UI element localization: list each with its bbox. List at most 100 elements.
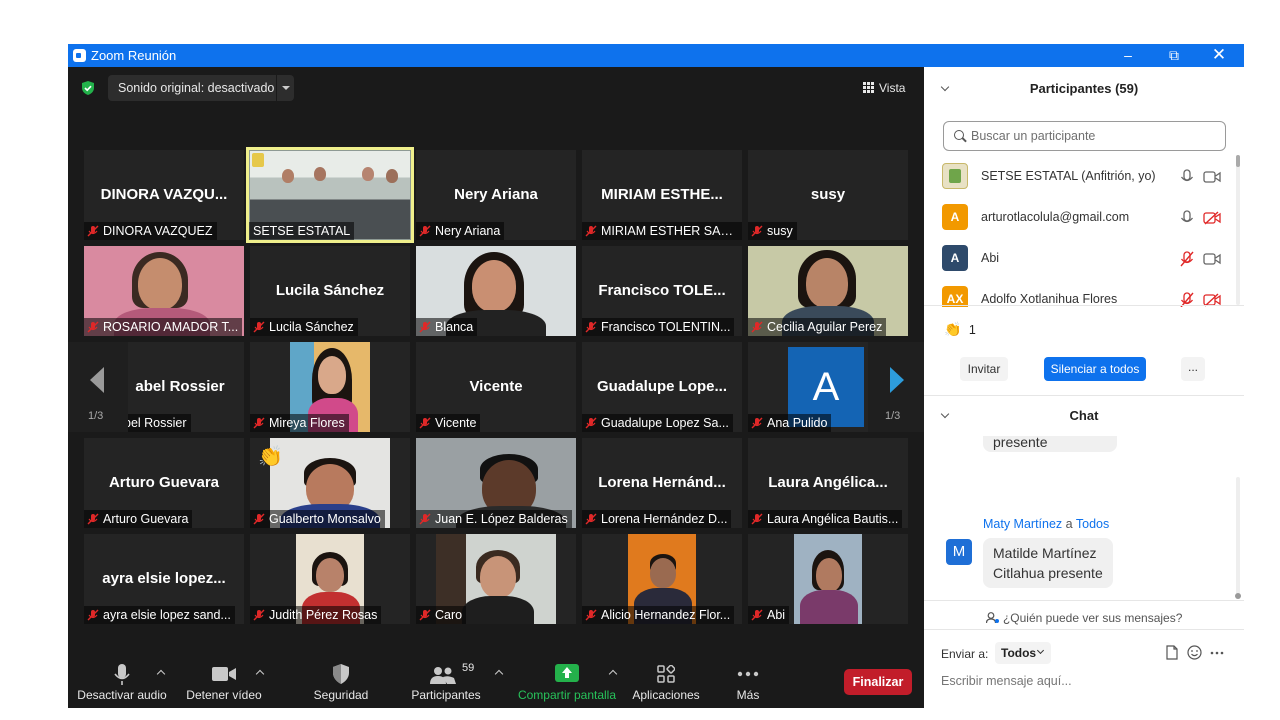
person-face bbox=[806, 258, 848, 308]
participant-search-input[interactable]: Buscar un participante bbox=[943, 121, 1226, 151]
participants-icon bbox=[430, 667, 456, 684]
emoji-icon[interactable] bbox=[1187, 645, 1202, 660]
restore-button[interactable]: ⧉ bbox=[1151, 44, 1197, 67]
tile-display-name: Lucila Sánchez bbox=[275, 282, 385, 299]
security-button[interactable]: Seguridad bbox=[302, 654, 380, 708]
muted-mic-icon bbox=[751, 609, 763, 621]
close-button[interactable]: ✕ bbox=[1196, 44, 1242, 67]
video-options-caret-icon[interactable] bbox=[256, 668, 264, 676]
grid-view-icon bbox=[863, 82, 874, 93]
participants-more-button[interactable]: ... bbox=[1181, 357, 1205, 381]
video-tile[interactable]: Caro bbox=[416, 534, 576, 624]
video-on-icon[interactable] bbox=[1203, 170, 1221, 184]
view-button[interactable]: Vista bbox=[863, 77, 913, 99]
reaction-summary: 👏 1 bbox=[944, 321, 976, 338]
video-tile[interactable]: Judith Pérez Rosas bbox=[250, 534, 410, 624]
share-options-caret-icon[interactable] bbox=[609, 668, 617, 676]
chevron-down-icon[interactable] bbox=[276, 75, 294, 101]
video-tile[interactable]: Alicio Hernandez Flor... bbox=[582, 534, 742, 624]
who-can-see-messages-link[interactable]: ¿Quién puede ver sus mensajes? bbox=[924, 611, 1244, 625]
more-button[interactable]: Más bbox=[720, 654, 776, 708]
send-to-dropdown[interactable]: Todos bbox=[995, 642, 1051, 664]
participant-row[interactable]: SETSE ESTATAL (Anfitrión, yo) bbox=[924, 157, 1244, 198]
participant-row[interactable]: A Abi bbox=[924, 239, 1244, 280]
participant-row[interactable]: A arturotlacolula@gmail.com bbox=[924, 198, 1244, 239]
divider bbox=[924, 629, 1244, 630]
mute-all-button[interactable]: Silenciar a todos bbox=[1044, 357, 1146, 381]
video-tile[interactable]: Lorena Hernánd... Lorena Hernández D... bbox=[582, 438, 742, 528]
stop-video-button[interactable]: Detener vídeo bbox=[178, 654, 270, 708]
search-icon bbox=[954, 130, 964, 140]
tile-name-label: DINORA VAZQUEZ bbox=[84, 222, 217, 240]
person-face bbox=[650, 558, 676, 588]
share-screen-button[interactable]: Compartir pantalla bbox=[516, 654, 618, 708]
participants-button[interactable]: 59 Participantes bbox=[406, 654, 486, 708]
participant-list-name: Abi bbox=[981, 251, 1000, 265]
video-tile[interactable]: Juan E. López Balderas bbox=[416, 438, 576, 528]
meeting-toolbar: Desactivar audio Detener vídeo Seguridad… bbox=[68, 654, 924, 708]
muted-mic-icon bbox=[419, 609, 431, 621]
invite-button[interactable]: Invitar bbox=[960, 357, 1008, 381]
chat-scrollbar[interactable] bbox=[1235, 477, 1241, 599]
meeting-area: Sonido original: desactivado Vista DINOR… bbox=[68, 67, 924, 708]
apps-label: Aplicaciones bbox=[632, 688, 700, 702]
minimize-button[interactable]: – bbox=[1105, 44, 1151, 67]
participant-row[interactable]: AX Adolfo Xotlanihua Flores bbox=[924, 280, 1244, 307]
audio-options-caret-icon[interactable] bbox=[157, 668, 165, 676]
original-sound-toggle[interactable]: Sonido original: desactivado bbox=[108, 75, 294, 101]
video-tile[interactable]: Abi bbox=[748, 534, 908, 624]
muted-mic-icon bbox=[253, 321, 265, 333]
chat-message-input[interactable]: Escribir mensaje aquí... bbox=[941, 674, 1072, 688]
video-tile[interactable]: Francisco TOLE... Francisco TOLENTIN... bbox=[582, 246, 742, 336]
video-tile[interactable]: 👏 Gualberto Monsalvo bbox=[250, 438, 410, 528]
collapse-chat-chevron-icon[interactable] bbox=[942, 411, 950, 419]
zoom-logo-icon bbox=[73, 49, 86, 62]
tile-name-label: ayra elsie lopez sand... bbox=[84, 606, 235, 624]
apps-button[interactable]: Aplicaciones bbox=[628, 654, 704, 708]
collapse-participants-chevron-icon[interactable] bbox=[942, 84, 950, 92]
video-tile[interactable]: Vicente Vicente bbox=[416, 342, 576, 432]
video-tile[interactable]: Cecilia Aguilar Perez bbox=[748, 246, 908, 336]
video-tile[interactable]: Mireya Flores bbox=[250, 342, 410, 432]
tile-name-label: Judith Pérez Rosas bbox=[250, 606, 382, 624]
video-tile[interactable]: Laura Angélica... Laura Angélica Bautis.… bbox=[748, 438, 908, 528]
video-tile[interactable]: ayra elsie lopez... ayra elsie lopez san… bbox=[84, 534, 244, 624]
tile-name-label: Gualberto Monsalvo bbox=[250, 510, 385, 528]
video-on-icon[interactable] bbox=[1203, 252, 1221, 266]
video-tile-active-speaker[interactable]: SETSE ESTATAL bbox=[246, 147, 414, 243]
previous-page-arrow-icon[interactable] bbox=[86, 365, 110, 395]
muted-mic-icon bbox=[419, 225, 431, 237]
tile-name-label: Arturo Guevara bbox=[84, 510, 193, 528]
muted-mic-icon bbox=[751, 417, 763, 429]
send-to-label: Enviar a: bbox=[941, 647, 989, 661]
end-meeting-button[interactable]: Finalizar bbox=[844, 669, 912, 695]
next-page-arrow-icon[interactable] bbox=[884, 365, 908, 395]
video-tile[interactable]: Arturo Guevara Arturo Guevara bbox=[84, 438, 244, 528]
mic-on-icon[interactable] bbox=[1180, 169, 1194, 185]
video-tile[interactable]: Nery Ariana Nery Ariana bbox=[416, 150, 576, 240]
video-tile[interactable]: Guadalupe Lope... Guadalupe Lopez Sa... bbox=[582, 342, 742, 432]
video-tile[interactable]: ROSARIO AMADOR T... bbox=[84, 246, 244, 336]
encryption-shield-icon[interactable] bbox=[80, 80, 96, 96]
person-face bbox=[480, 556, 516, 598]
video-tile[interactable]: Blanca bbox=[416, 246, 576, 336]
video-tile[interactable]: Lucila Sánchez Lucila Sánchez bbox=[250, 246, 410, 336]
participants-options-caret-icon[interactable] bbox=[495, 668, 503, 676]
chat-more-icon[interactable] bbox=[1210, 651, 1224, 655]
participant-name: Lucila Sánchez bbox=[269, 320, 354, 334]
send-to-value: Todos bbox=[1001, 646, 1037, 660]
video-tile[interactable]: susy susy bbox=[748, 150, 908, 240]
tile-name-label: Guadalupe Lopez Sa... bbox=[582, 414, 733, 432]
video-tile[interactable]: DINORA VAZQU... DINORA VAZQUEZ bbox=[84, 150, 244, 240]
participant-list-scrollbar[interactable] bbox=[1236, 155, 1240, 305]
chat-message-bubble: Matilde Martínez Citlahua presente bbox=[983, 538, 1113, 588]
mic-on-icon[interactable] bbox=[1180, 210, 1194, 226]
file-attach-icon[interactable] bbox=[1165, 645, 1179, 660]
tile-name-label: Laura Angélica Bautis... bbox=[748, 510, 903, 528]
mute-audio-button[interactable]: Desactivar audio bbox=[76, 654, 168, 708]
muted-mic-icon bbox=[585, 417, 597, 429]
video-off-icon[interactable] bbox=[1203, 211, 1221, 225]
video-tile[interactable]: MIRIAM ESTHE... MIRIAM ESTHER SAN... bbox=[582, 150, 742, 240]
participant-avatar: AX bbox=[942, 286, 968, 307]
mic-muted-icon[interactable] bbox=[1180, 251, 1194, 267]
